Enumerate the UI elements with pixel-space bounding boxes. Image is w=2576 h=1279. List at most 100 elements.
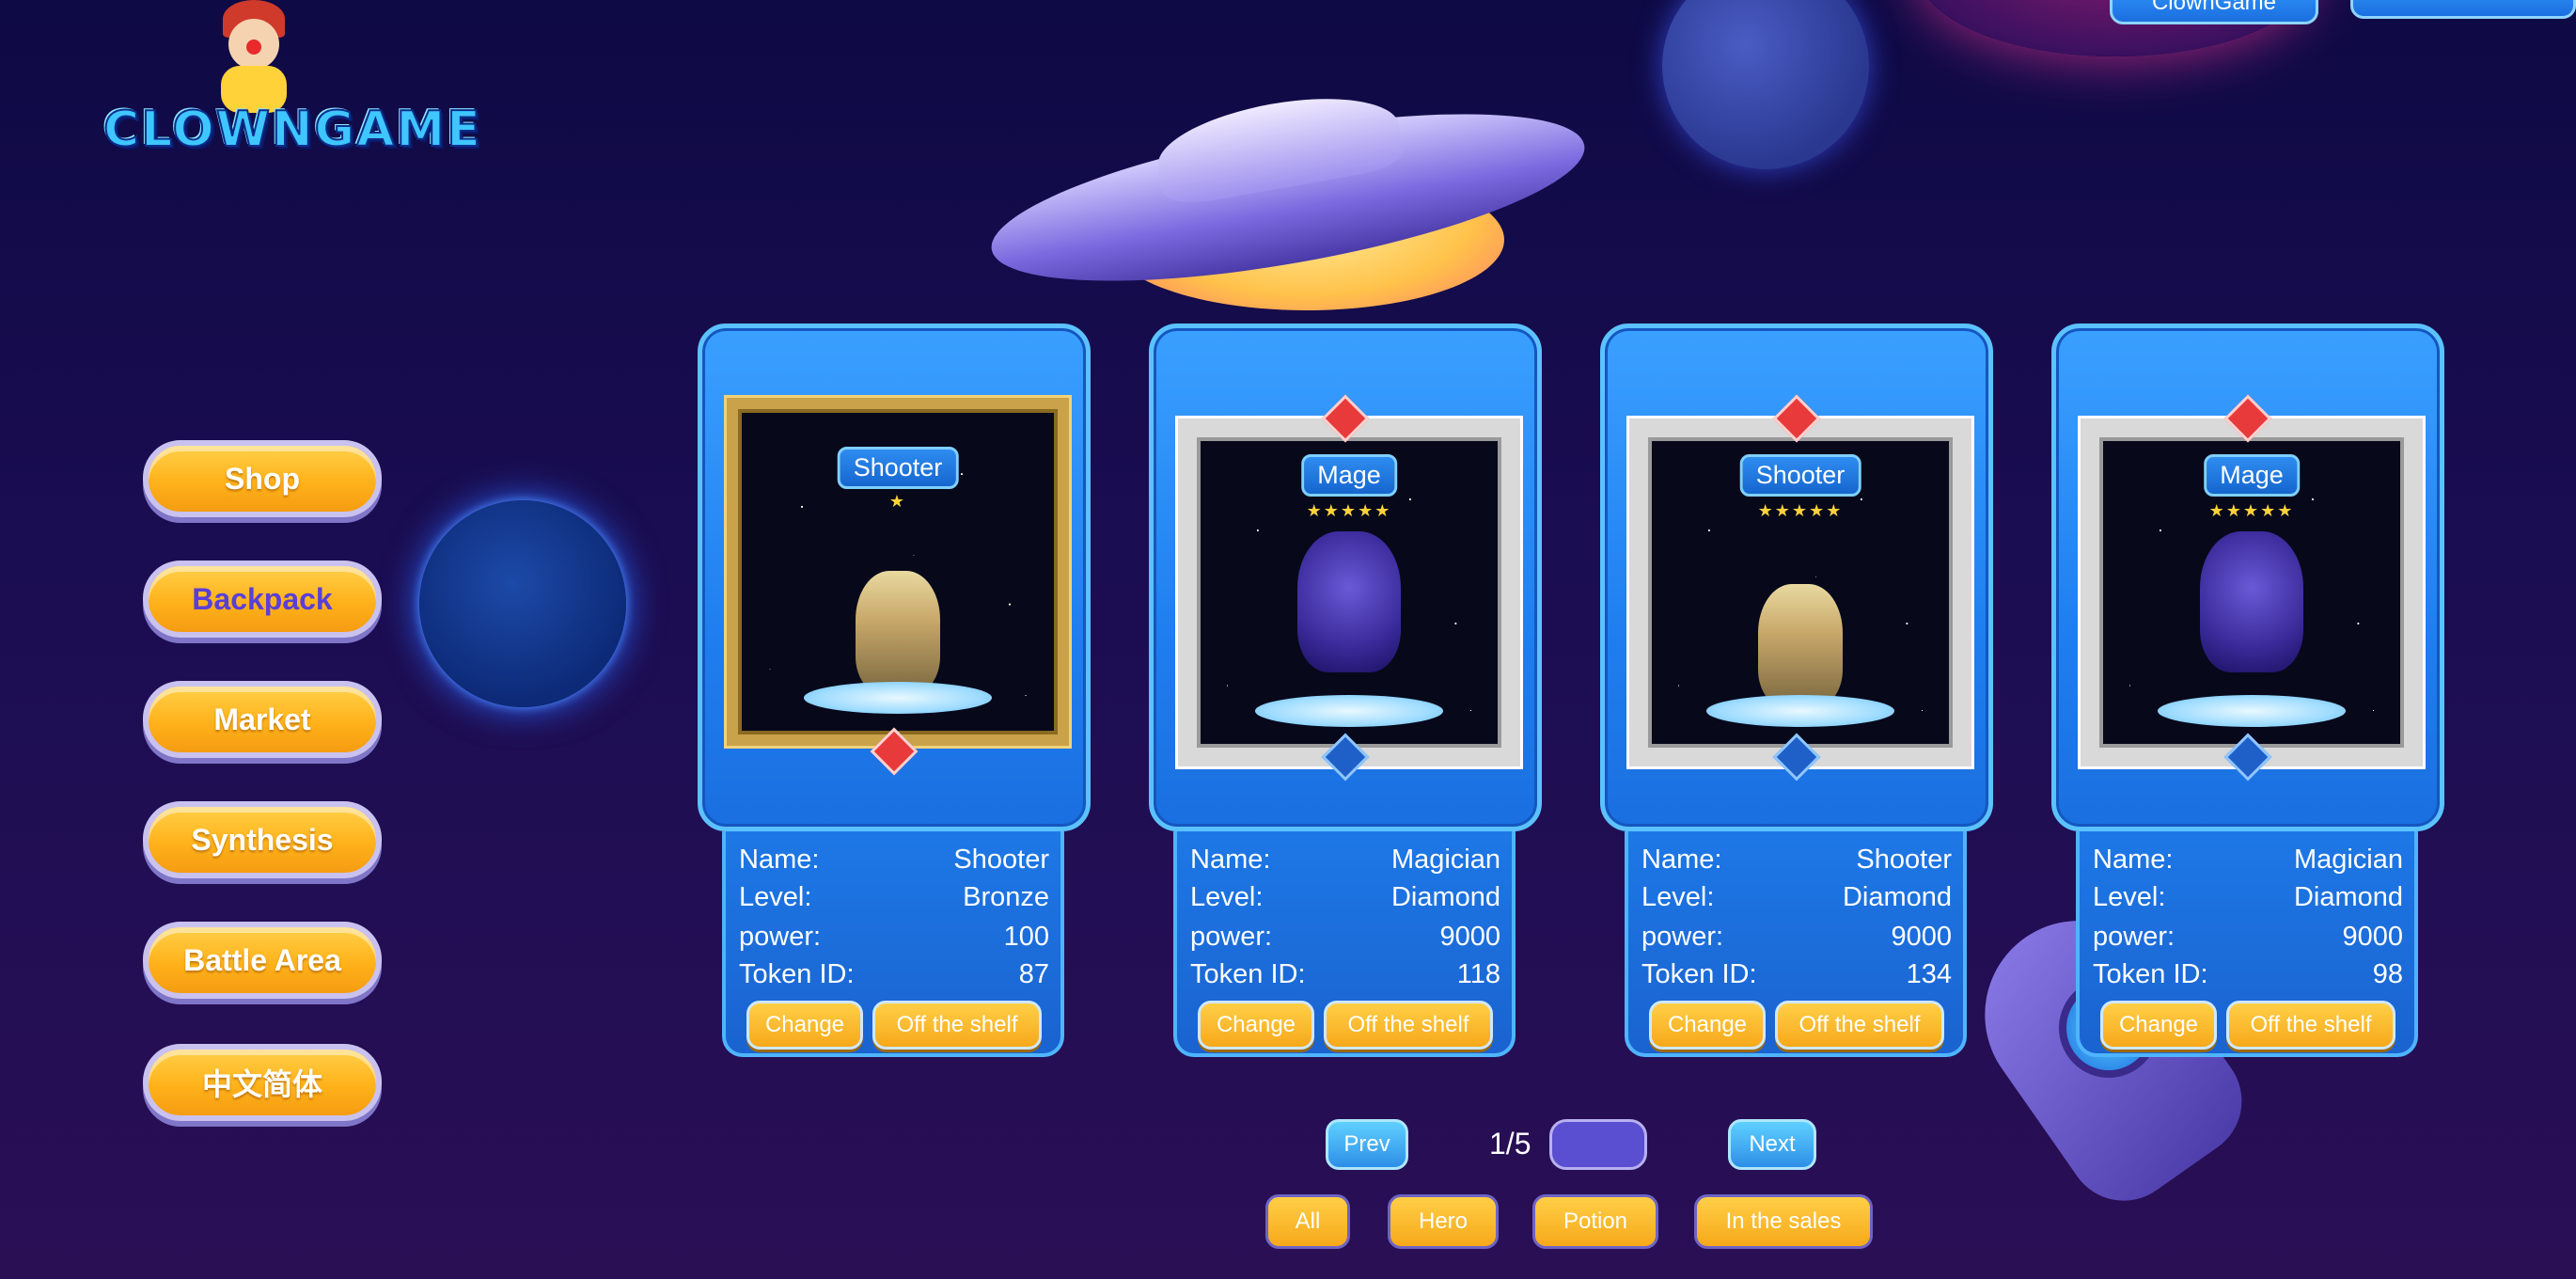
class-badge: Shooter bbox=[1739, 454, 1861, 497]
logo[interactable]: CLOWNGAME bbox=[94, 0, 481, 169]
level-label: Level: bbox=[1190, 882, 1264, 912]
name-label: Name: bbox=[1641, 845, 1722, 875]
card-panel: Mage ★★★★★ bbox=[2051, 324, 2444, 831]
power-value: 9000 bbox=[1439, 922, 1500, 952]
level-value: Diamond bbox=[2293, 882, 2403, 912]
token-value: 87 bbox=[1018, 959, 1049, 989]
pedestal bbox=[1706, 695, 1894, 727]
hero-mage-sprite bbox=[1297, 531, 1401, 672]
pedestal bbox=[1255, 695, 1443, 727]
info-token-row: Token ID: 118 bbox=[1190, 959, 1500, 990]
info-power-row: power: 9000 bbox=[1190, 922, 1500, 953]
name-label: Name: bbox=[2093, 845, 2174, 875]
hero-shooter-sprite bbox=[856, 571, 940, 693]
power-value: 9000 bbox=[1891, 922, 1952, 952]
page-indicator: 1/5 bbox=[1489, 1127, 1531, 1161]
hero-card: Shooter ★ Name: Shooter Level: Bronze powe… bbox=[698, 324, 1091, 1057]
info-level-row: Level: Diamond bbox=[1190, 882, 1500, 913]
hero-shooter-sprite bbox=[1758, 584, 1843, 706]
info-token-row: Token ID: 134 bbox=[1641, 959, 1952, 990]
ufo-decoration bbox=[980, 80, 1596, 320]
card-panel: Mage ★★★★★ bbox=[1149, 324, 1542, 831]
power-label: power: bbox=[1641, 922, 1724, 952]
nav-shop-button[interactable]: Shop bbox=[143, 440, 382, 517]
info-level-row: Level: Diamond bbox=[1641, 882, 1952, 913]
name-value: Magician bbox=[1390, 845, 1500, 875]
filter-in-sales-button[interactable]: In the sales bbox=[1694, 1194, 1873, 1249]
rarity-stars: ★★★★★ bbox=[2208, 501, 2295, 520]
off-shelf-button[interactable]: Off the shelf bbox=[1324, 1001, 1493, 1050]
power-label: power: bbox=[2093, 922, 2175, 952]
nav-market-button[interactable]: Market bbox=[143, 681, 382, 758]
info-level-row: Level: Bronze bbox=[739, 882, 1049, 913]
name-label: Name: bbox=[739, 845, 820, 875]
planet-top-decoration bbox=[1662, 0, 1869, 169]
token-value: 118 bbox=[1456, 959, 1500, 989]
off-shelf-button[interactable]: Off the shelf bbox=[872, 1001, 1042, 1050]
level-value: Diamond bbox=[1842, 882, 1952, 912]
info-power-row: power: 100 bbox=[739, 922, 1049, 953]
hero-portrait-frame: Shooter ★ bbox=[727, 398, 1069, 746]
token-label: Token ID: bbox=[1641, 959, 1757, 989]
top-tab-clowngame[interactable]: ClownGame bbox=[2110, 0, 2318, 24]
rarity-stars: ★★★★★ bbox=[1306, 501, 1392, 520]
filter-hero-button[interactable]: Hero bbox=[1388, 1194, 1499, 1249]
rarity-stars: ★★★★★ bbox=[1757, 501, 1844, 520]
change-button[interactable]: Change bbox=[1649, 1001, 1766, 1050]
rarity-stars: ★ bbox=[888, 492, 907, 511]
off-shelf-button[interactable]: Off the shelf bbox=[2226, 1001, 2395, 1050]
change-button[interactable]: Change bbox=[1198, 1001, 1314, 1050]
info-name-row: Name: Magician bbox=[1190, 845, 1500, 876]
power-value: 9000 bbox=[2342, 922, 2403, 952]
prev-button[interactable]: Prev bbox=[1326, 1119, 1408, 1170]
info-power-row: power: 9000 bbox=[1641, 922, 1952, 953]
name-label: Name: bbox=[1190, 845, 1271, 875]
info-name-row: Name: Magician bbox=[2093, 845, 2403, 876]
planet-left-decoration bbox=[419, 500, 626, 707]
power-label: power: bbox=[1190, 922, 1273, 952]
off-shelf-button[interactable]: Off the shelf bbox=[1775, 1001, 1944, 1050]
info-token-row: Token ID: 98 bbox=[2093, 959, 2403, 990]
token-label: Token ID: bbox=[2093, 959, 2208, 989]
hero-portrait-frame: Mage ★★★★★ bbox=[1178, 418, 1520, 766]
pedestal bbox=[2158, 695, 2346, 727]
name-value: Shooter bbox=[1856, 845, 1952, 875]
page-input[interactable] bbox=[1549, 1119, 1647, 1170]
next-button[interactable]: Next bbox=[1728, 1119, 1816, 1170]
info-token-row: Token ID: 87 bbox=[739, 959, 1049, 990]
nav-backpack-button[interactable]: Backpack bbox=[143, 561, 382, 638]
hero-portrait-frame: Mage ★★★★★ bbox=[2081, 418, 2423, 766]
info-level-row: Level: Diamond bbox=[2093, 882, 2403, 913]
power-label: power: bbox=[739, 922, 822, 952]
token-value: 98 bbox=[2372, 959, 2403, 989]
nav-language-button[interactable]: 中文简体 bbox=[143, 1044, 382, 1121]
change-button[interactable]: Change bbox=[2100, 1001, 2217, 1050]
card-panel: Shooter ★ bbox=[698, 324, 1091, 831]
nav-battle-area-button[interactable]: Battle Area bbox=[143, 922, 382, 999]
token-label: Token ID: bbox=[739, 959, 855, 989]
level-label: Level: bbox=[1641, 882, 1715, 912]
nav-synthesis-button[interactable]: Synthesis bbox=[143, 801, 382, 878]
filter-all-button[interactable]: All bbox=[1265, 1194, 1350, 1249]
hero-mage-sprite bbox=[2200, 531, 2303, 672]
class-badge: Mage bbox=[2204, 454, 2300, 497]
change-button[interactable]: Change bbox=[746, 1001, 863, 1050]
logo-text: CLOWNGAME bbox=[102, 101, 482, 159]
token-label: Token ID: bbox=[1190, 959, 1306, 989]
top-tab-label: ClownGame bbox=[2151, 0, 2277, 15]
level-value: Diamond bbox=[1390, 882, 1500, 912]
info-name-row: Name: Shooter bbox=[739, 845, 1049, 876]
hero-card: Shooter ★★★★★ Name: Shooter Level: Diamond… bbox=[1600, 324, 1993, 1057]
class-badge: Mage bbox=[1301, 454, 1397, 497]
power-value: 100 bbox=[1003, 922, 1049, 952]
clown-mascot-icon bbox=[202, 0, 306, 113]
hero-card: Mage ★★★★★ Name: Magician Level: Diamond p… bbox=[2051, 324, 2444, 1057]
name-value: Shooter bbox=[953, 845, 1049, 875]
pedestal bbox=[804, 682, 992, 714]
info-power-row: power: 9000 bbox=[2093, 922, 2403, 953]
top-tab-secondary[interactable] bbox=[2350, 0, 2576, 19]
level-label: Level: bbox=[2093, 882, 2166, 912]
filter-potion-button[interactable]: Potion bbox=[1532, 1194, 1658, 1249]
token-value: 134 bbox=[1906, 959, 1952, 989]
class-badge: Shooter bbox=[837, 447, 959, 489]
